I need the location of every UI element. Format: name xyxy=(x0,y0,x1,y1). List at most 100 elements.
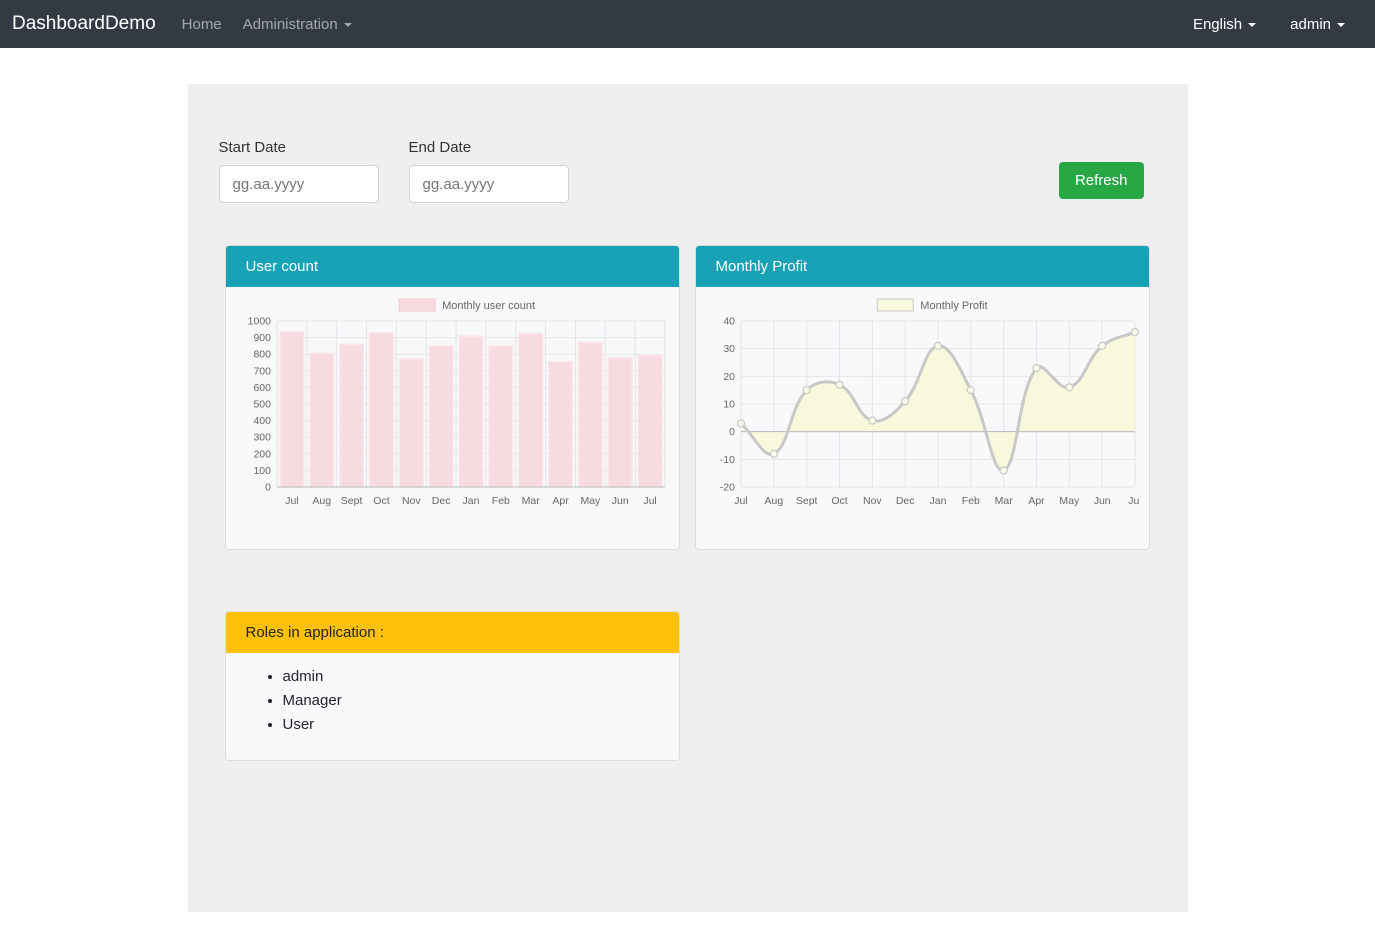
chart-legend[interactable]: Monthly user count xyxy=(399,299,535,312)
chart-bar xyxy=(279,332,303,487)
user-count-canvas: 01002003004005006007008009001000JulAugSe… xyxy=(235,291,670,541)
x-tick-label: Sept xyxy=(795,495,817,507)
chart-bar xyxy=(459,336,483,487)
user-count-panel-header: User count xyxy=(226,246,679,287)
y-tick-label: 600 xyxy=(253,382,271,394)
nav-right: English admin xyxy=(1193,16,1345,33)
y-tick-label: 700 xyxy=(253,365,271,377)
nav-item-administration-label: Administration xyxy=(243,16,338,33)
monthly-profit-canvas: -20-10010203040JulAugSeptOctNovDecJanFeb… xyxy=(705,291,1140,541)
end-date-label: End Date xyxy=(409,139,569,156)
x-tick-label: Nov xyxy=(401,495,420,507)
legend-label: Monthly Profit xyxy=(920,300,987,312)
y-tick-label: 30 xyxy=(723,343,735,355)
legend-swatch xyxy=(399,299,435,311)
x-tick-label: Aug xyxy=(312,495,331,507)
x-tick-label: Aug xyxy=(764,495,783,507)
x-tick-label: Apr xyxy=(1028,495,1045,507)
y-tick-label: 0 xyxy=(265,482,271,494)
user-count-chart: 01002003004005006007008009001000JulAugSe… xyxy=(226,287,679,549)
caret-down-icon xyxy=(1337,23,1345,27)
x-tick-label: Sept xyxy=(340,495,362,507)
y-tick-label: 40 xyxy=(723,316,735,328)
refresh-button[interactable]: Refresh xyxy=(1059,162,1144,199)
x-tick-label: Mar xyxy=(521,495,540,507)
monthly-profit-chart: -20-10010203040JulAugSeptOctNovDecJanFeb… xyxy=(696,287,1149,549)
user-dropdown[interactable]: admin xyxy=(1290,16,1345,33)
chart-bar xyxy=(518,333,542,487)
nav-item-administration[interactable]: Administration xyxy=(243,16,352,33)
chart-legend[interactable]: Monthly Profit xyxy=(877,299,987,312)
role-item: User xyxy=(283,716,679,733)
chart-bar xyxy=(339,344,363,487)
x-tick-label: Jul xyxy=(734,495,747,507)
y-tick-label: 200 xyxy=(253,448,271,460)
roles-panel-body: admin Manager User xyxy=(226,653,679,760)
chart-bar xyxy=(429,346,453,487)
chart-bar xyxy=(399,359,423,487)
language-dropdown[interactable]: English xyxy=(1193,16,1256,33)
chart-bar xyxy=(578,343,602,487)
x-tick-label: Oct xyxy=(831,495,847,507)
x-tick-label: Feb xyxy=(491,495,509,507)
chart-bar xyxy=(309,353,333,487)
brand-logo[interactable]: DashboardDemo xyxy=(12,13,156,35)
x-tick-label: Dec xyxy=(431,495,450,507)
start-date-input[interactable] xyxy=(219,165,379,203)
x-tick-label: Jun xyxy=(611,495,628,507)
x-tick-label: Dec xyxy=(895,495,914,507)
x-tick-label: Feb xyxy=(961,495,979,507)
charts-row: User count 01002003004005006007008009001… xyxy=(225,245,1188,550)
chart-point xyxy=(1098,342,1105,349)
roles-list: admin Manager User xyxy=(226,668,679,733)
legend-label: Monthly user count xyxy=(442,300,535,312)
y-tick-label: 400 xyxy=(253,415,271,427)
end-date-input[interactable] xyxy=(409,165,569,203)
y-tick-label: 1000 xyxy=(247,316,271,328)
y-tick-label: 900 xyxy=(253,332,271,344)
role-item: admin xyxy=(283,668,679,685)
chart-bar xyxy=(548,362,572,487)
user-count-panel: User count 01002003004005006007008009001… xyxy=(225,245,680,550)
x-tick-label: Jun xyxy=(1093,495,1110,507)
chart-point xyxy=(1033,365,1040,372)
main-container: Start Date End Date Refresh User count 0… xyxy=(188,84,1188,912)
chart-bar xyxy=(369,333,393,487)
y-tick-label: 800 xyxy=(253,349,271,361)
chart-bar xyxy=(608,358,632,487)
y-tick-label: 500 xyxy=(253,399,271,411)
y-tick-label: 0 xyxy=(729,426,735,438)
chart-bar xyxy=(488,346,512,487)
y-tick-label: -20 xyxy=(719,482,734,494)
x-tick-label: Oct xyxy=(373,495,389,507)
x-tick-label: Jul xyxy=(285,495,298,507)
chart-point xyxy=(967,387,974,394)
chart-point xyxy=(934,342,941,349)
y-tick-label: 20 xyxy=(723,371,735,383)
language-dropdown-label: English xyxy=(1193,16,1242,33)
x-tick-label: May xyxy=(1059,495,1080,507)
x-tick-label: Jan xyxy=(929,495,946,507)
x-tick-label: Jul xyxy=(1128,495,1140,507)
y-tick-label: -10 xyxy=(719,454,734,466)
y-tick-label: 300 xyxy=(253,432,271,444)
role-item: Manager xyxy=(283,692,679,709)
monthly-profit-panel: Monthly Profit -20-10010203040JulAugSept… xyxy=(695,245,1150,550)
chart-point xyxy=(836,381,843,388)
legend-swatch xyxy=(877,299,913,311)
nav-item-home[interactable]: Home xyxy=(182,16,222,33)
caret-down-icon xyxy=(1248,23,1256,27)
user-dropdown-label: admin xyxy=(1290,16,1331,33)
x-tick-label: Nov xyxy=(862,495,881,507)
monthly-profit-panel-header: Monthly Profit xyxy=(696,246,1149,287)
chart-point xyxy=(868,417,875,424)
roles-panel-header: Roles in application : xyxy=(226,612,679,653)
filter-row: Start Date End Date Refresh xyxy=(188,139,1188,203)
chart-point xyxy=(1131,329,1138,336)
chart-point xyxy=(901,398,908,405)
x-tick-label: May xyxy=(580,495,601,507)
nav-left: Home Administration xyxy=(182,16,352,33)
chart-point xyxy=(1065,384,1072,391)
x-tick-label: Apr xyxy=(552,495,569,507)
start-date-field: Start Date xyxy=(219,139,379,203)
